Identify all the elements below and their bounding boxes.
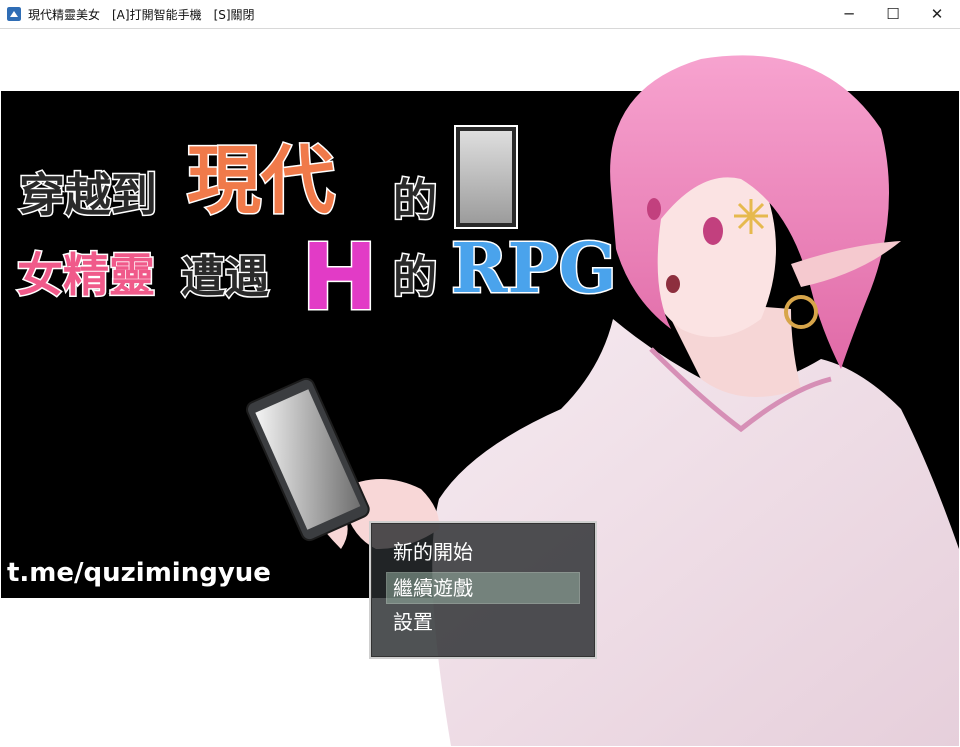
- minimize-button[interactable]: ─: [826, 0, 872, 28]
- menu-item-new-game[interactable]: 新的開始: [387, 537, 579, 567]
- window-titlebar[interactable]: 現代精靈美女 [A]打開智能手機 [S]關閉 ─ ☐ ✕: [0, 0, 960, 29]
- menu-item-continue[interactable]: 繼續遊戲: [386, 572, 580, 604]
- close-button[interactable]: ✕: [914, 0, 960, 28]
- maximize-button[interactable]: ☐: [870, 0, 916, 28]
- title-text-h: H: [300, 223, 380, 333]
- title-text-rpg: RPG: [450, 228, 619, 311]
- game-screen[interactable]: 穿越到 現代 的 女精靈 遭遇 H 的 RPG t.me/quzimingyue…: [1, 29, 959, 746]
- character-eye-right: [703, 217, 723, 245]
- maximize-icon: ☐: [886, 5, 900, 23]
- menu-item-options[interactable]: 設置: [387, 607, 579, 637]
- title-text-xiandai: 現代: [186, 137, 337, 226]
- title-text-chuanyuedao: 穿越到: [18, 167, 159, 224]
- title-phone-glyph: [454, 125, 518, 229]
- title-command-window: 新的開始 繼續遊戲 設置: [369, 521, 597, 659]
- close-icon: ✕: [930, 5, 944, 23]
- smartphone-icon: [246, 377, 370, 542]
- title-text-de-1: 的: [392, 174, 439, 228]
- title-text-zaoyu: 遭遇: [180, 251, 271, 305]
- watermark-text: t.me/quzimingyue: [7, 558, 271, 588]
- minimize-icon: ─: [844, 5, 854, 23]
- app-icon: [7, 7, 21, 21]
- window-title: 現代精靈美女 [A]打開智能手機 [S]關閉: [28, 8, 255, 22]
- title-text-de-2: 的: [392, 251, 439, 305]
- character-mouth: [666, 275, 680, 293]
- character-eye-left: [647, 198, 661, 220]
- title-text-nvjingling: 女精靈: [16, 247, 157, 304]
